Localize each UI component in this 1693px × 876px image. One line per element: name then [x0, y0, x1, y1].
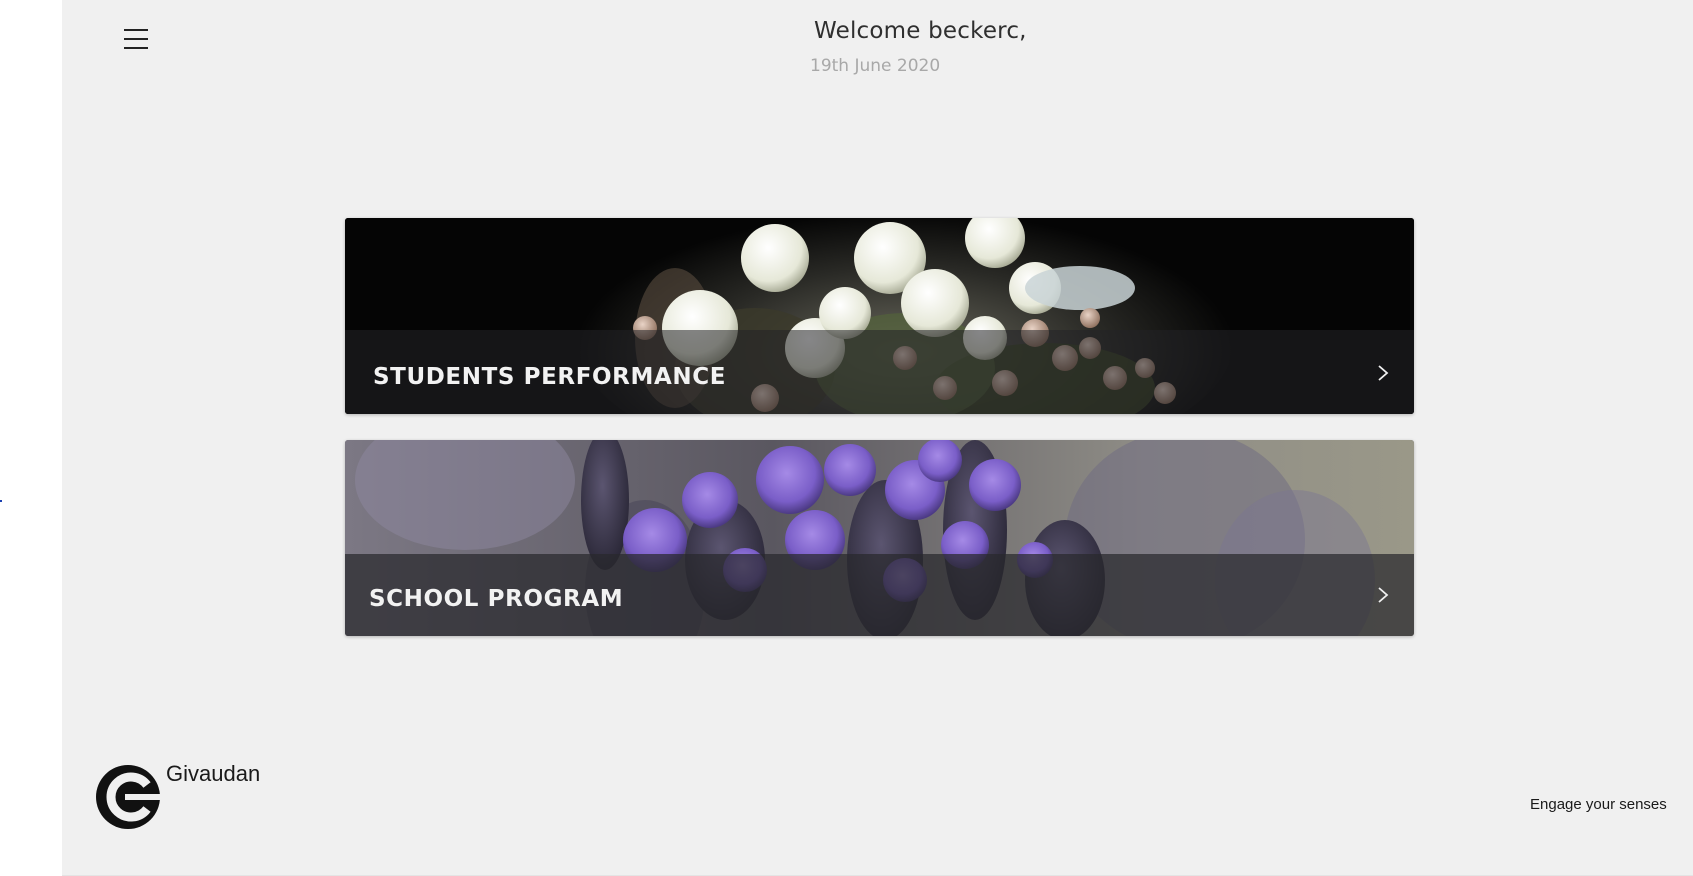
- left-gutter: [0, 0, 62, 875]
- school-program-card[interactable]: SCHOOL PROGRAM: [345, 440, 1414, 636]
- brand-name: Givaudan: [166, 761, 261, 786]
- students-performance-card[interactable]: STUDENTS PERFORMANCE: [345, 218, 1414, 414]
- welcome-heading: Welcome beckerc,: [814, 18, 1027, 44]
- chevron-right-icon: [1378, 587, 1389, 603]
- current-date: 19th June 2020: [810, 56, 941, 76]
- students-performance-title: STUDENTS PERFORMANCE: [373, 364, 727, 390]
- main-content: Welcome beckerc, 19th June 2020 STUDENTS…: [62, 0, 1693, 876]
- menu-button[interactable]: [122, 26, 150, 52]
- gutter-link-dot[interactable]: [0, 500, 2, 502]
- school-program-title: SCHOOL PROGRAM: [369, 586, 624, 612]
- tagline: Engage your senses: [1530, 796, 1667, 813]
- chevron-right-icon: [1378, 365, 1389, 381]
